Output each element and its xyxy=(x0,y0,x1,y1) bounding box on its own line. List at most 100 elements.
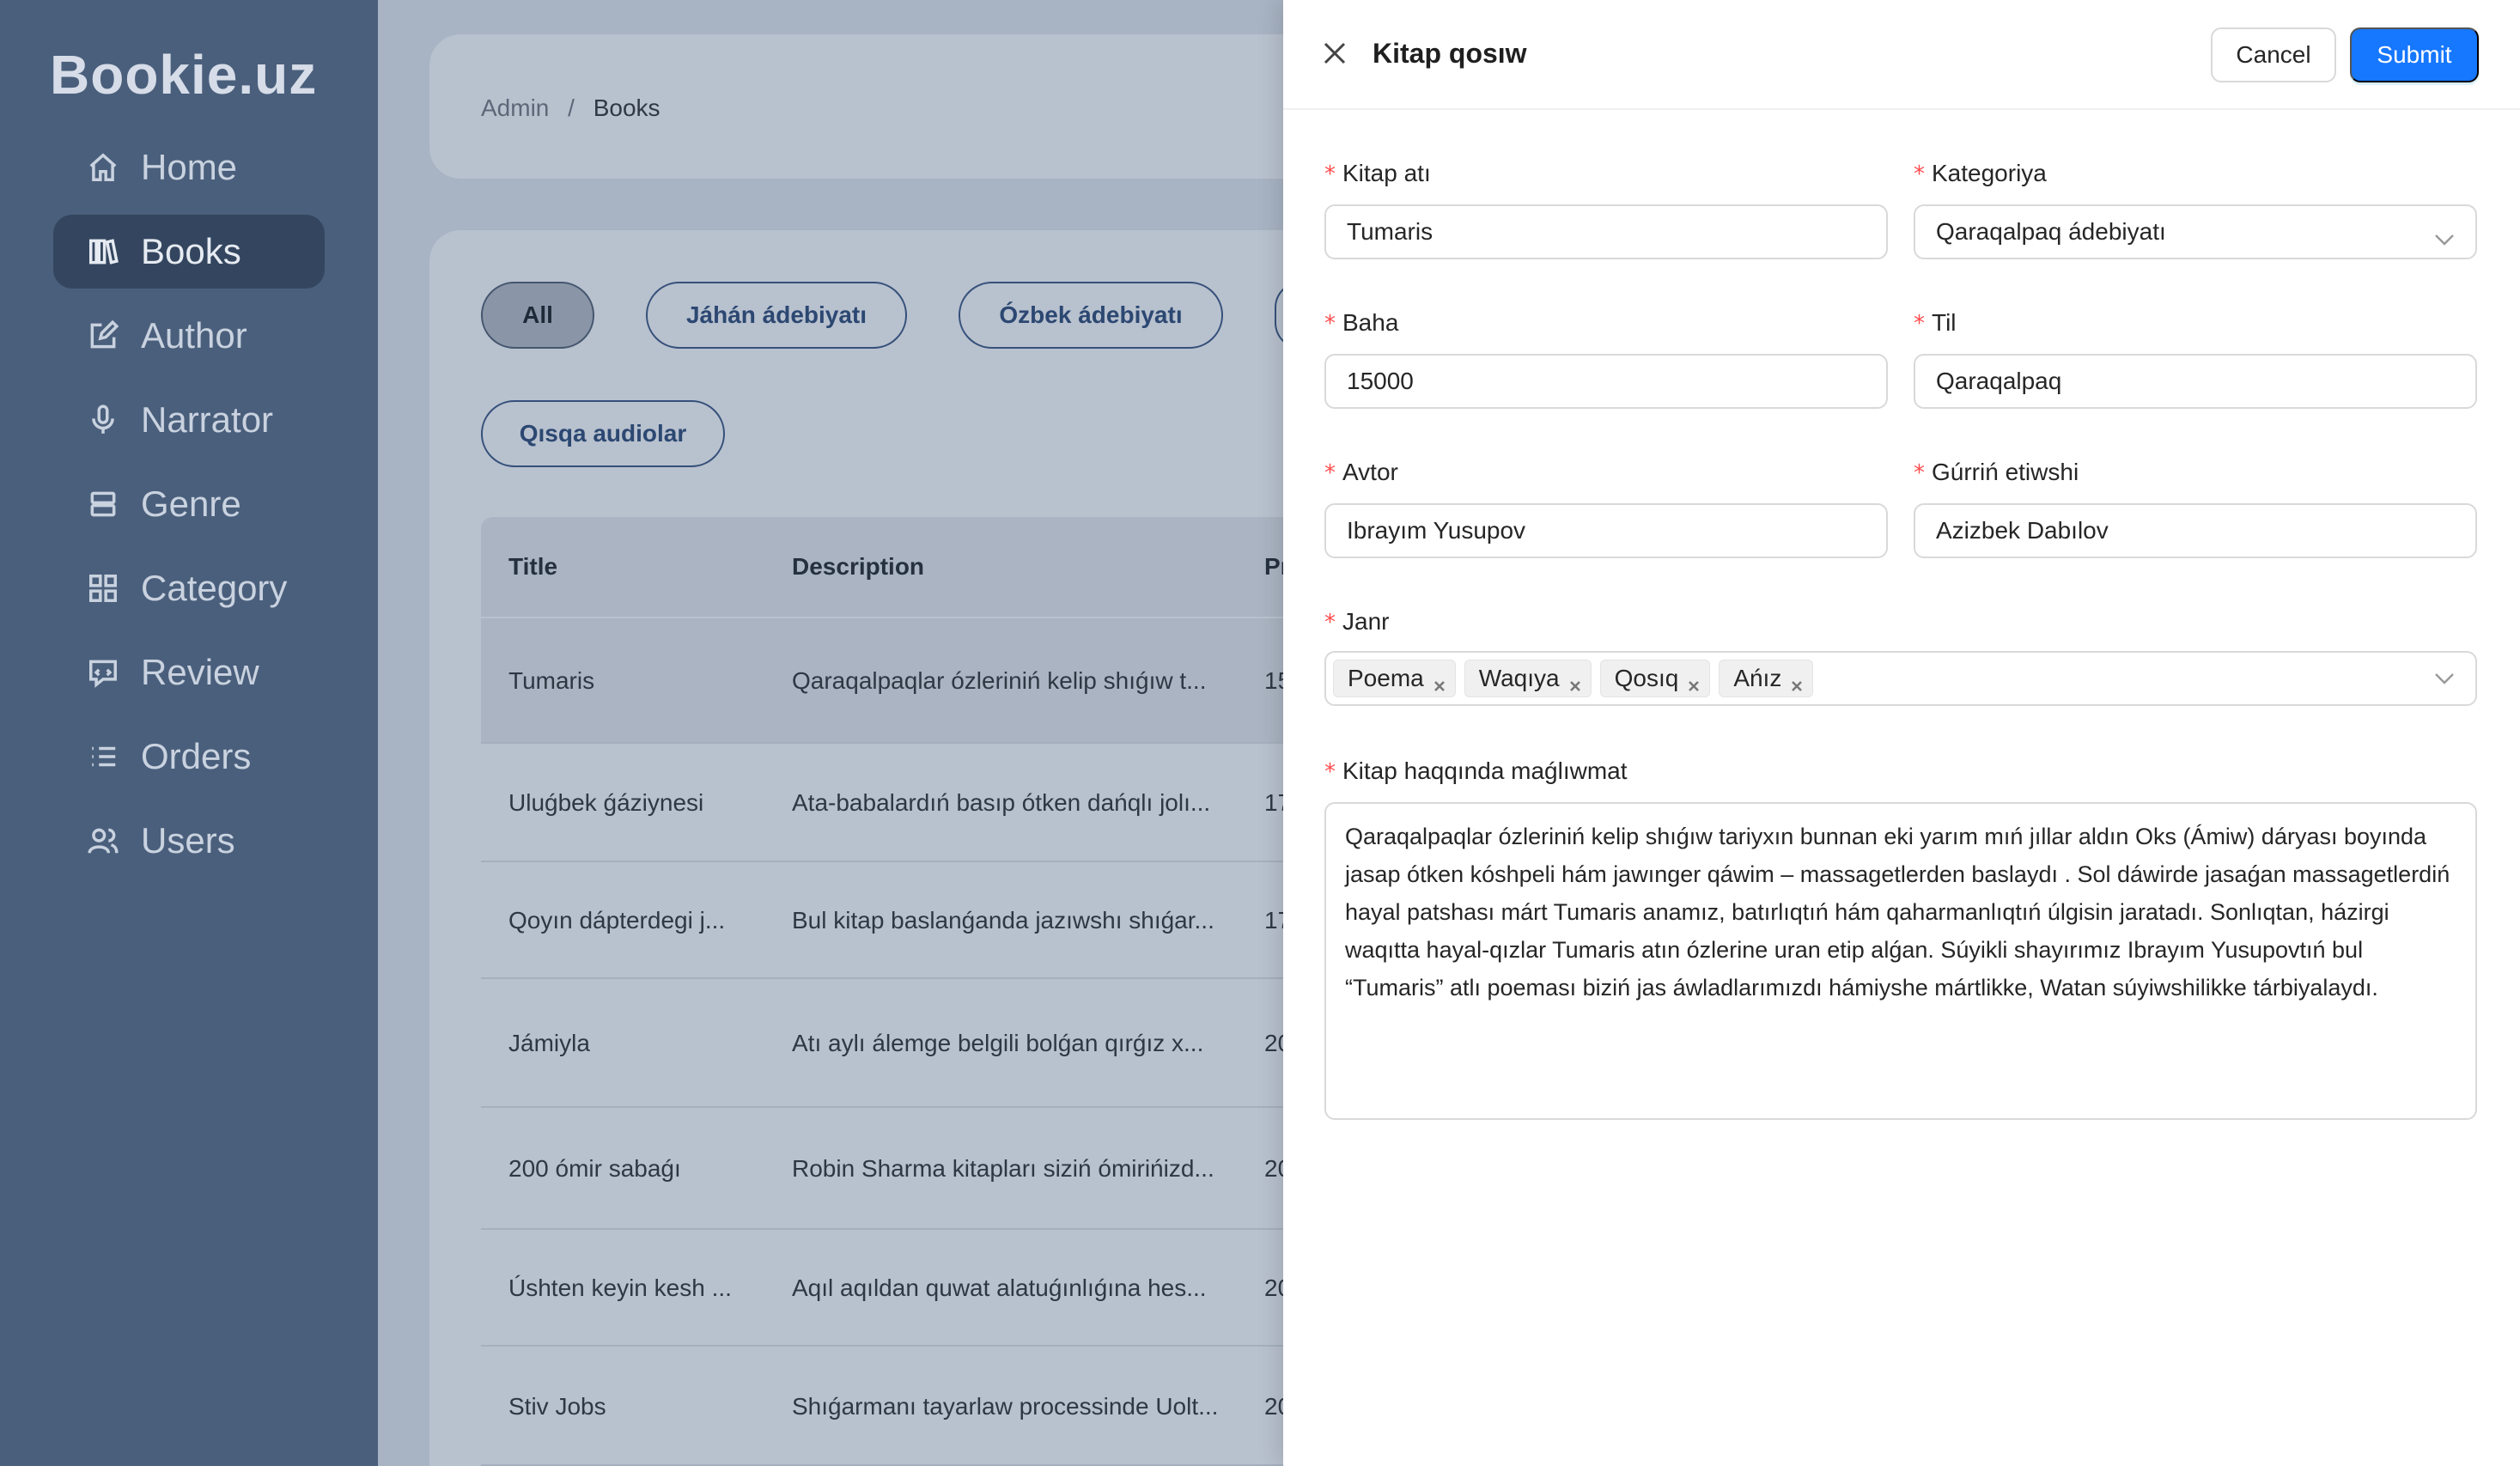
message-icon xyxy=(86,655,120,690)
app-logo[interactable]: Bookie.uz xyxy=(50,43,317,106)
input-value: Ibrayım Yusupov xyxy=(1347,517,1526,544)
breadcrumb-separator: / xyxy=(568,94,575,121)
users-icon xyxy=(86,824,120,858)
microphone-icon xyxy=(86,403,120,437)
required-mark: * xyxy=(1914,161,1925,187)
label-text: Kitap atı xyxy=(1342,160,1431,186)
filter-chip-uzbek-literature[interactable]: Ózbek ádebiyatı xyxy=(959,282,1223,349)
sidebar-item-books[interactable]: Books xyxy=(53,215,325,289)
sidebar-item-users[interactable]: Users xyxy=(53,804,325,878)
sidebar-item-author[interactable]: Author xyxy=(53,299,325,373)
sidebar-item-orders[interactable]: Orders xyxy=(53,720,325,794)
close-icon[interactable] xyxy=(1321,40,1348,67)
cell-title: Jámiyla xyxy=(508,1030,590,1056)
description-textarea[interactable]: Qaraqalpaqlar ózleriniń kelip shıǵıw tar… xyxy=(1324,802,2477,1120)
required-mark: * xyxy=(1324,161,1336,187)
label-text: Til xyxy=(1932,309,1957,336)
required-mark: * xyxy=(1914,460,1925,486)
tag-label: Poema xyxy=(1348,665,1424,691)
close-icon[interactable] xyxy=(1433,672,1446,691)
genre-tag: Qosıq xyxy=(1599,660,1711,697)
label-text: Kitap haqqında maǵlıwmat xyxy=(1342,757,1628,784)
drawer-header: Kitap qosıw Cancel Submit xyxy=(1283,0,2520,110)
label-price: * Baha xyxy=(1324,309,1398,337)
input-value: Qaraqalpaq xyxy=(1936,368,2062,394)
filter-chip-short-audio[interactable]: Qısqa audiolar xyxy=(481,400,725,467)
cell-title: 200 ómir sabaǵı xyxy=(508,1155,681,1182)
sidebar-item-narrator[interactable]: Narrator xyxy=(53,383,325,457)
sidebar-item-label: Books xyxy=(141,231,241,271)
label-author: * Avtor xyxy=(1324,459,1398,486)
column-title[interactable]: Title xyxy=(508,553,557,581)
submit-button[interactable]: Submit xyxy=(2350,27,2479,82)
cell-title: Úshten keyin kesh ... xyxy=(508,1274,732,1301)
chevron-down-icon xyxy=(2434,672,2455,685)
drawer-title: Kitap qosıw xyxy=(1373,38,1527,69)
column-description[interactable]: Description xyxy=(792,553,924,581)
genre-tag: Poema xyxy=(1333,660,1456,697)
sidebar-item-genre[interactable]: Genre xyxy=(53,467,325,541)
author-input[interactable]: Ibrayım Yusupov xyxy=(1324,503,1888,558)
label-language: * Til xyxy=(1914,309,1957,337)
sidebar-item-label: Author xyxy=(141,315,247,356)
label-text: Kategoriya xyxy=(1932,160,2047,186)
cell-description: Ata-babalardıń basıp ótken dańqlı jolı..… xyxy=(792,789,1211,816)
sidebar-item-label: Home xyxy=(141,147,238,187)
book-name-input[interactable]: Tumaris xyxy=(1324,204,1888,259)
genre-tag: Ańız xyxy=(1719,660,1814,697)
tag-label: Waqıya xyxy=(1478,665,1560,691)
label-narrator: * Gúrriń etiwshi xyxy=(1914,459,2079,486)
grid-icon xyxy=(86,571,120,605)
price-input[interactable]: 15000 xyxy=(1324,354,1888,409)
breadcrumb: Admin / Books xyxy=(481,94,660,122)
label-description: * Kitap haqqında maǵlıwmat xyxy=(1324,757,1628,785)
cell-description: Bul kitap baslanǵanda jazıwshı shıǵar... xyxy=(792,907,1214,934)
select-value: Qaraqalpaq ádebiyatı xyxy=(1936,218,2166,245)
label-text: Baha xyxy=(1342,309,1399,336)
cell-description: Qaraqalpaqlar ózleriniń kelip shıǵıw t..… xyxy=(792,667,1207,694)
sidebar-item-label: Narrator xyxy=(141,399,274,440)
category-select[interactable]: Qaraqalpaq ádebiyatı xyxy=(1914,204,2477,259)
cell-title: Qoyın dápterdegi j... xyxy=(508,907,726,934)
label-book-name: * Kitap atı xyxy=(1324,160,1431,187)
sidebar-item-label: Orders xyxy=(141,736,252,776)
label-text: Janr xyxy=(1342,608,1390,635)
tag-label: Qosıq xyxy=(1614,665,1679,691)
required-mark: * xyxy=(1324,311,1336,337)
cell-description: Aqıl aqıldan quwat alatuǵınlıǵına hes... xyxy=(792,1274,1207,1301)
sidebar: Bookie.uz Home Books Author Narrator Gen… xyxy=(0,0,378,1466)
input-value: Tumaris xyxy=(1347,218,1433,245)
required-mark: * xyxy=(1324,759,1336,785)
breadcrumb-root[interactable]: Admin xyxy=(481,94,549,121)
filter-chip-world-literature[interactable]: Jáhán ádebiyatı xyxy=(646,282,907,349)
list-icon xyxy=(86,739,120,774)
sidebar-item-label: Users xyxy=(141,820,235,861)
required-mark: * xyxy=(1324,610,1336,636)
filter-chip-all[interactable]: All xyxy=(481,282,594,349)
close-icon[interactable] xyxy=(1790,672,1804,691)
label-category: * Kategoriya xyxy=(1914,160,2047,187)
sidebar-item-review[interactable]: Review xyxy=(53,636,325,709)
sidebar-item-category[interactable]: Category xyxy=(53,551,325,625)
close-icon[interactable] xyxy=(1568,672,1582,691)
input-value: Azizbek Dabılov xyxy=(1936,517,2109,544)
cell-description: Robin Sharma kitapları siziń ómirińizd..… xyxy=(792,1155,1214,1182)
narrator-input[interactable]: Azizbek Dabılov xyxy=(1914,503,2477,558)
cell-title: Stiv Jobs xyxy=(508,1393,606,1420)
language-input[interactable]: Qaraqalpaq xyxy=(1914,354,2477,409)
chevron-down-icon xyxy=(2434,225,2455,246)
close-icon[interactable] xyxy=(1687,672,1701,691)
home-icon xyxy=(86,150,120,185)
genre-multiselect[interactable]: Poema Waqıya Qosıq Ańız xyxy=(1324,651,2477,706)
tag-label: Ańız xyxy=(1733,665,1782,691)
cancel-button[interactable]: Cancel xyxy=(2211,27,2336,82)
sidebar-item-home[interactable]: Home xyxy=(53,131,325,204)
label-genre: * Janr xyxy=(1324,608,1389,636)
database-icon xyxy=(86,487,120,521)
label-text: Avtor xyxy=(1342,459,1398,485)
cell-title: Uluǵbek ǵáziynesi xyxy=(508,789,704,816)
sidebar-item-label: Category xyxy=(141,568,288,608)
genre-tag: Waqıya xyxy=(1464,660,1592,697)
edit-icon xyxy=(86,319,120,353)
sidebar-item-label: Genre xyxy=(141,484,241,524)
